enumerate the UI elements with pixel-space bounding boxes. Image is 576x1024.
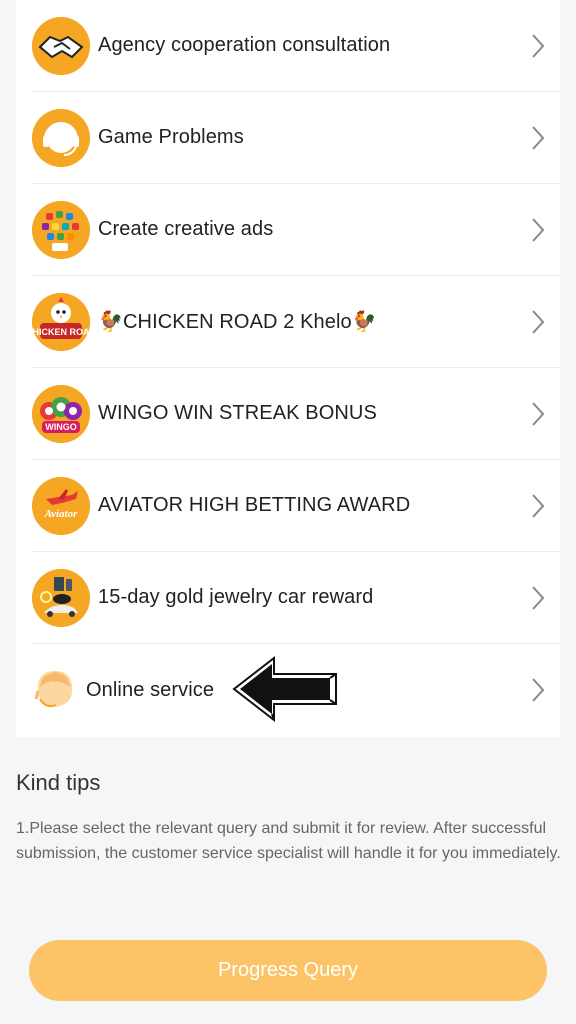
menu-item-label: AVIATOR HIGH BETTING AWARD — [98, 494, 411, 516]
menu-item-label: Game Problems — [98, 126, 244, 148]
menu-item-create-creative-ads[interactable]: Create creative ads — [32, 184, 560, 276]
menu-item-chicken-road[interactable]: CHICKEN ROAD 🐓CHICKEN ROAD 2 Khelo🐓 — [32, 276, 560, 368]
rewards-icon — [32, 568, 90, 627]
wingo-logo-text: WINGO — [45, 422, 77, 432]
menu-item-label: Agency cooperation consultation — [98, 34, 391, 56]
handshake-icon — [32, 16, 90, 75]
menu-item-agency-cooperation[interactable]: Agency cooperation consultation — [32, 0, 560, 92]
menu-item-wingo-win-streak[interactable]: WINGO WINGO WIN STREAK BONUS — [32, 368, 560, 460]
chevron-right-icon — [532, 585, 545, 610]
menu-item-game-problems[interactable]: Game Problems — [32, 92, 560, 184]
aviator-logo-text: Aviator — [44, 508, 79, 520]
aviator-plane-icon: Aviator — [32, 476, 90, 535]
chevron-right-icon — [532, 401, 545, 426]
headset-icon — [32, 108, 90, 167]
menu-item-label: Create creative ads — [98, 218, 274, 240]
wingo-balls-icon: WINGO — [32, 384, 90, 443]
menu-item-aviator-high-betting[interactable]: Aviator AVIATOR HIGH BETTING AWARD — [32, 460, 560, 552]
chevron-right-icon — [532, 217, 545, 242]
kind-tips-title: Kind tips — [16, 770, 101, 795]
chevron-right-icon — [532, 678, 545, 702]
chevron-right-icon — [532, 33, 545, 58]
customer-service-agent-icon — [32, 661, 78, 719]
chicken-road-logo-text: CHICKEN ROAD — [32, 327, 90, 337]
menu-item-label: Online service — [86, 678, 215, 701]
menu-item-label: 🐓CHICKEN ROAD 2 Khelo🐓 — [98, 311, 377, 333]
apps-icon — [32, 200, 90, 259]
chevron-right-icon — [532, 125, 545, 150]
menu-item-label: WINGO WIN STREAK BONUS — [98, 402, 377, 424]
chevron-right-icon — [532, 309, 545, 334]
chicken-road-icon: CHICKEN ROAD — [32, 292, 90, 351]
kind-tips-text: 1.Please select the relevant query and s… — [16, 820, 561, 862]
menu-item-gold-jewelry-car-reward[interactable]: 15-day gold jewelry car reward — [32, 552, 560, 644]
menu-item-label: 15-day gold jewelry car reward — [98, 586, 374, 608]
service-menu-card: Agency cooperation consultation Game Pro… — [16, 0, 560, 737]
pointing-arrow-icon — [232, 655, 337, 723]
chevron-right-icon — [532, 493, 545, 518]
progress-query-button[interactable]: Progress Query — [29, 940, 547, 1001]
